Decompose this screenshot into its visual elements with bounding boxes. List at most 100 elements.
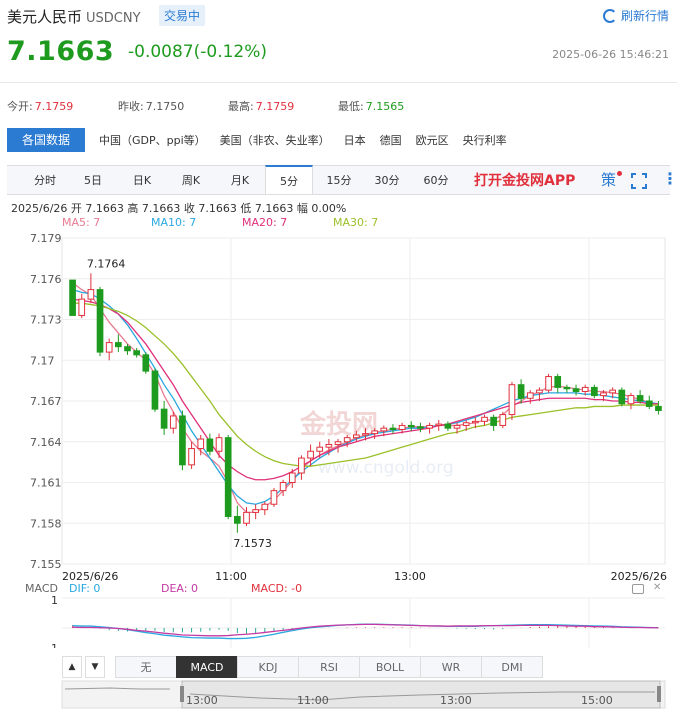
candles	[69, 273, 662, 533]
camera-icon[interactable]	[632, 584, 644, 594]
period-tab-active[interactable]: 5分	[265, 165, 313, 194]
y-tick-label: 7.179	[30, 232, 62, 245]
indicator-tab[interactable]: KDJ	[237, 656, 299, 678]
tab-usa[interactable]: 美国（非农、失业率）	[220, 132, 330, 148]
ohlc-readout: 2025/6/26 开 7.1663 高 7.1663 收 7.1663 低 7…	[11, 202, 347, 215]
navigator-handle-right	[657, 686, 661, 702]
tab-central-bank-rate[interactable]: 央行利率	[463, 132, 507, 148]
tab-china[interactable]: 中国（GDP、ppi等）	[99, 132, 206, 148]
candle-body	[243, 511, 250, 524]
prev-close-label: 昨收:	[118, 100, 144, 113]
time-navigator[interactable]: 13:00 11:00 13:00 15:00	[0, 680, 677, 710]
navigator-label: 13:00	[186, 694, 218, 707]
tab-japan[interactable]: 日本	[344, 132, 366, 148]
candle-body	[105, 342, 113, 353]
candle-body	[645, 400, 653, 407]
candle-body	[444, 423, 452, 429]
instrument-code: USDCNY	[86, 11, 141, 26]
y-axis-labels: 7.179 7.176 7.173 7.17 7.167 7.164 7.161 7.158 7…	[30, 232, 62, 571]
candle-body	[334, 441, 342, 445]
indicator-tab[interactable]: DMI	[481, 656, 543, 678]
candle-body	[270, 490, 278, 505]
candlestick-chart[interactable]: 金投网 www.cngold.org 7.1797.1767.1737.177.…	[0, 228, 677, 648]
indicator-tab[interactable]: BOLL	[359, 656, 421, 678]
candle-body	[142, 354, 150, 372]
indicator-tab-active[interactable]: MACD	[176, 656, 238, 678]
period-tab[interactable]: 月K	[216, 166, 264, 195]
candle-body	[261, 503, 269, 511]
x-tick-label: 13:00	[394, 570, 426, 583]
strategy-button[interactable]: 策	[601, 169, 623, 190]
candle-body	[380, 427, 388, 432]
price-change: -0.0087(-0.12%)	[128, 42, 268, 62]
period-tab[interactable]: 分时	[21, 166, 69, 195]
more-menu-icon[interactable]: ⋮	[662, 169, 677, 188]
candle-body	[298, 457, 305, 474]
macd-dea-label: DEA: 0	[161, 582, 198, 595]
watermark: www.cngold.org	[318, 458, 454, 478]
candle-body	[472, 420, 479, 424]
candle-body	[563, 386, 571, 390]
candle-body	[234, 515, 241, 524]
notification-dot	[617, 171, 623, 176]
y-tick-label: 7.161	[30, 477, 62, 490]
strategy-label: 策	[601, 171, 617, 189]
candle-body	[417, 426, 424, 429]
candle-body	[179, 415, 186, 466]
high-stat: 最高: 7.1759	[228, 98, 294, 114]
scroll-down-button[interactable]: ▼	[85, 656, 105, 678]
candle-body	[655, 405, 662, 412]
candle-body	[609, 389, 616, 394]
candle-body	[536, 389, 543, 394]
candle-body	[545, 376, 552, 391]
close-icon[interactable]: ✕	[653, 582, 661, 593]
y-tick-label: 7.17	[30, 354, 55, 367]
macd-tick-label: -1	[47, 642, 58, 648]
tab-country-data[interactable]: 各国数据	[7, 128, 86, 152]
candle-body	[169, 415, 177, 429]
x-tick-label: 11:00	[215, 570, 247, 583]
candle-body	[224, 437, 232, 517]
candle-body	[600, 392, 607, 397]
candle-body	[279, 482, 287, 492]
indicator-tab[interactable]: WR	[420, 656, 482, 678]
quote-page: 美元人民币 USDCNY 交易中 刷新行情 7.1663 -0.0087(-0.1…	[0, 0, 677, 711]
period-tab[interactable]: 60分	[412, 166, 460, 195]
prev-close-stat: 昨收: 7.1750	[118, 98, 184, 114]
indicator-tabs: 无 MACD KDJ RSI BOLL WR DMI	[115, 656, 602, 678]
indicator-tab[interactable]: 无	[115, 656, 177, 678]
open-stat: 今开: 7.1759	[7, 98, 73, 114]
candle-body	[572, 388, 580, 392]
period-tab[interactable]: 15分	[315, 166, 363, 195]
candle-body	[78, 298, 86, 316]
price-annotations: 7.1764 7.1573	[87, 257, 272, 549]
period-tab[interactable]: 30分	[363, 166, 411, 195]
open-app-link[interactable]: 打开金投网APP	[474, 170, 575, 190]
navigator-label: 15:00	[581, 694, 613, 707]
divider	[0, 82, 677, 83]
period-tab[interactable]: 日K	[118, 166, 166, 195]
fullscreen-icon[interactable]	[631, 173, 647, 189]
country-nav: 各国数据 中国（GDP、ppi等） 美国（非农、失业率） 日本 德国 欧元区 央…	[7, 128, 670, 152]
candle-body	[325, 443, 333, 448]
candle-body	[508, 384, 516, 416]
period-tab[interactable]: 周K	[167, 166, 215, 195]
tab-eurozone[interactable]: 欧元区	[416, 132, 449, 148]
refresh-button[interactable]: 刷新行情	[602, 7, 669, 24]
candle-body	[69, 279, 76, 316]
candle-body	[435, 423, 443, 426]
scroll-up-button[interactable]: ▲	[62, 656, 82, 678]
quote-header: 美元人民币 USDCNY 交易中 刷新行情 7.1663 -0.0087(-0.1…	[0, 0, 677, 80]
candle-body	[389, 427, 397, 431]
candle-body	[481, 416, 488, 422]
tab-germany[interactable]: 德国	[380, 132, 402, 148]
candle-body	[188, 448, 195, 466]
candle-body	[407, 424, 415, 428]
candle-body	[87, 289, 95, 300]
period-tab[interactable]: 5日	[69, 166, 117, 195]
price-annotation: 7.1764	[87, 257, 126, 270]
candle-body	[307, 450, 314, 459]
candle-body	[197, 438, 205, 450]
indicator-tab[interactable]: RSI	[298, 656, 360, 678]
x-axis-labels: 2025/6/26 11:00 13:00 2025/6/26	[62, 570, 667, 583]
